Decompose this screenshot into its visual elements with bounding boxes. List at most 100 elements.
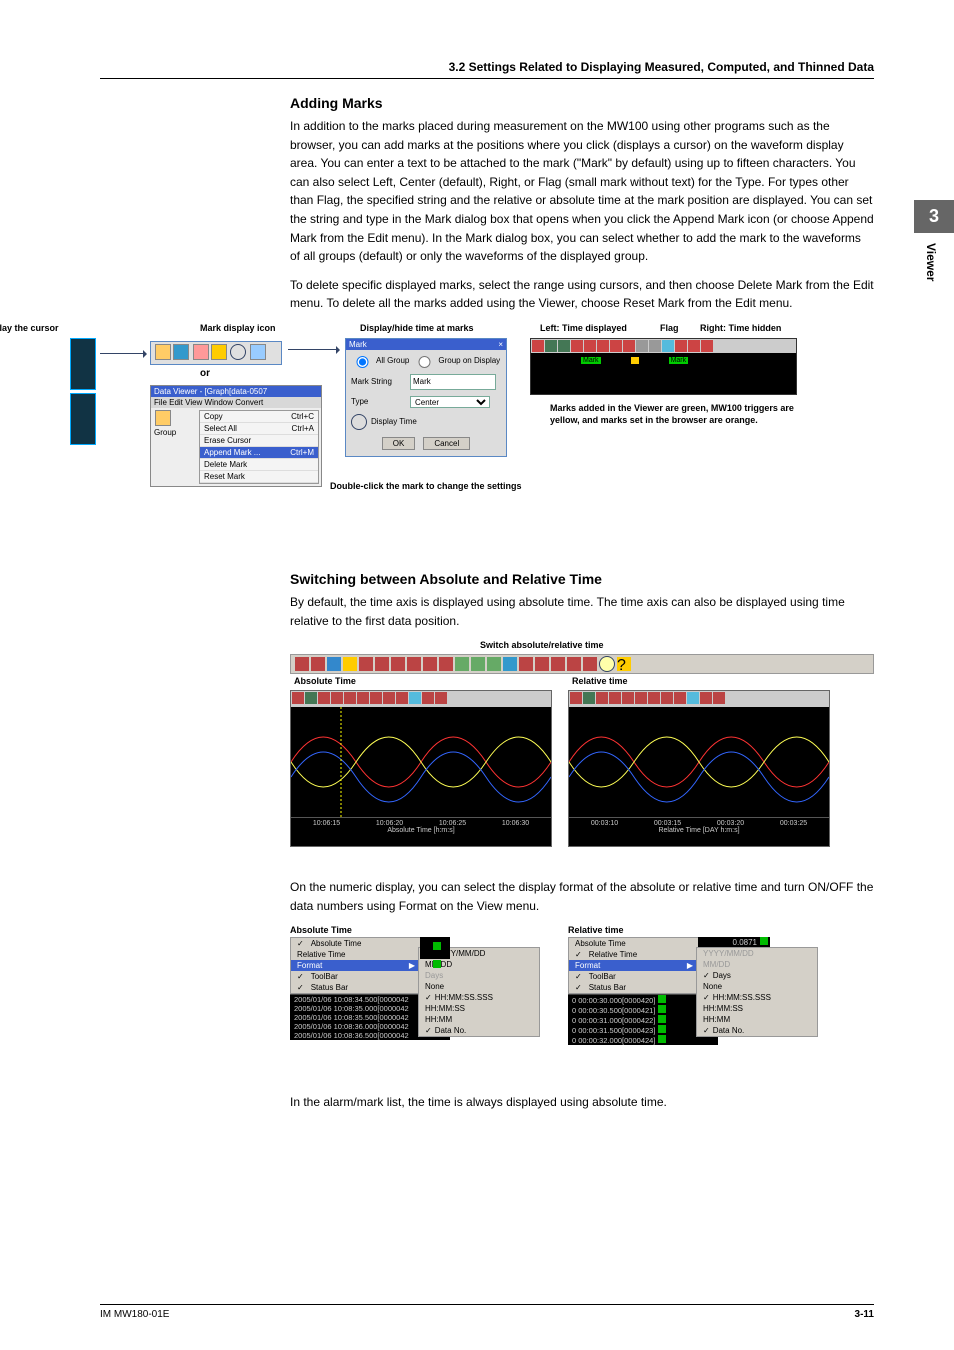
tick: 00:03:25 — [780, 820, 807, 827]
window-title: Data Viewer - [Graph[data-0507 — [151, 386, 321, 397]
tick: 00:03:15 — [654, 820, 681, 827]
label-right-time: Right: Time hidden — [700, 323, 781, 333]
menu-delete-mark[interactable]: Delete Mark — [200, 459, 318, 471]
label-type: Type — [351, 397, 406, 406]
menu-toolbar[interactable]: ToolBar — [569, 971, 699, 982]
menu-append-mark[interactable]: Append Mark ...Ctrl+M — [200, 447, 318, 459]
toolbar-window — [150, 341, 282, 365]
radio-group-display-label: Group on Display — [438, 356, 500, 365]
fmt-mmdd: MM/DD — [697, 959, 817, 970]
select-type[interactable]: Center — [410, 396, 490, 408]
tick: 00:03:10 — [591, 820, 618, 827]
x-axis-label: Absolute Time [h:m:s] — [291, 827, 551, 834]
radio-group-display[interactable] — [418, 356, 431, 368]
label-display-cursor: Display the cursor — [0, 323, 59, 333]
tick: 10:06:20 — [376, 820, 403, 827]
menu-format[interactable]: Format▶ — [569, 960, 699, 971]
figure-format-menus: Absolute Time Absolute Time Relative Tim… — [290, 925, 874, 1075]
edit-menu-window: Data Viewer - [Graph[data-0507 File Edit… — [150, 385, 322, 487]
tick: 10:06:25 — [439, 820, 466, 827]
tick: 10:06:15 — [313, 820, 340, 827]
waveform-marks-preview: Mark Mark — [530, 338, 797, 395]
para-switch-time: By default, the time axis is displayed u… — [290, 593, 874, 630]
fmt-hhmm[interactable]: HH:MM — [697, 1014, 817, 1025]
group-label: Group — [151, 408, 197, 486]
menu-select-all[interactable]: Select AllCtrl+A — [200, 423, 318, 435]
footer-page: 3-11 — [855, 1309, 874, 1320]
mark-flag[interactable] — [631, 357, 639, 364]
caption-double-click: Double-click the mark to change the sett… — [330, 481, 522, 491]
cancel-button[interactable]: Cancel — [423, 437, 470, 450]
menu-erase-cursor[interactable]: Erase Cursor — [200, 435, 318, 447]
close-icon[interactable]: × — [498, 340, 503, 349]
menu-abs-time[interactable]: Absolute Time — [291, 938, 421, 949]
tick: 10:06:30 — [502, 820, 529, 827]
fmt-datano[interactable]: Data No. — [419, 1025, 539, 1036]
fmt-hhmmss[interactable]: HH:MM:SS — [419, 1003, 539, 1014]
label-or: or — [200, 368, 210, 379]
label-mark-icon: Mark display icon — [200, 323, 276, 333]
fmt-none[interactable]: None — [697, 981, 817, 992]
waveform-absolute: 10:06:15 10:06:20 10:06:25 10:06:30 Abso… — [290, 690, 552, 847]
dialog-title: Mark — [349, 340, 367, 349]
mark-display-icon[interactable] — [230, 344, 246, 360]
fmt-hhmmsssss[interactable]: HH:MM:SS.SSS — [419, 992, 539, 1003]
fmt-none[interactable]: None — [419, 981, 539, 992]
side-tab: 3 Viewer — [914, 200, 954, 281]
label-left-time: Left: Time displayed — [540, 323, 627, 333]
caption-mark-colors: Marks added in the Viewer are green, MW1… — [550, 403, 800, 426]
menu-format[interactable]: Format▶ — [291, 960, 421, 971]
menu-rel-time[interactable]: Relative Time — [569, 949, 699, 960]
page-footer: IM MW180-01E 3-11 — [100, 1304, 874, 1320]
arrow-icon — [288, 349, 338, 350]
footer-left: IM MW180-01E — [100, 1309, 169, 1320]
menu-copy[interactable]: CopyCtrl+C — [200, 411, 318, 423]
menu-rel-time[interactable]: Relative Time — [291, 949, 421, 960]
mark-dialog: Mark × All Group Group on Display Mark St… — [345, 338, 507, 457]
wave-svg-rel — [569, 707, 829, 817]
tick: 00:03:20 — [717, 820, 744, 827]
para-adding-marks-2: To delete specific displayed marks, sele… — [290, 276, 874, 313]
checkbox-display-time[interactable] — [351, 414, 367, 430]
arrow-icon — [100, 353, 145, 354]
menu-statusbar[interactable]: Status Bar — [569, 982, 699, 993]
wave-svg-abs — [291, 707, 551, 817]
fmt-hhmm[interactable]: HH:MM — [419, 1014, 539, 1025]
label-switch-abs-rel: Switch absolute/relative time — [480, 640, 604, 650]
menu-abs-time[interactable]: Absolute Time — [569, 938, 699, 949]
para-adding-marks-1: In addition to the marks placed during m… — [290, 117, 874, 266]
fmt-hhmmss[interactable]: HH:MM:SS — [697, 1003, 817, 1014]
figure-time-switch: Switch absolute/relative time ? Absolute… — [290, 640, 874, 860]
label-rel-time-2: Relative time — [568, 925, 828, 935]
fmt-hhmmsssss[interactable]: HH:MM:SS.SSS — [697, 992, 817, 1003]
ok-button[interactable]: OK — [382, 437, 416, 450]
waveform-thumb-1 — [70, 338, 96, 390]
main-toolbar: ? — [290, 654, 874, 674]
menu-statusbar[interactable]: Status Bar — [291, 982, 421, 993]
heading-switch-time: Switching between Absolute and Relative … — [290, 571, 874, 587]
menu-reset-mark[interactable]: Reset Mark — [200, 471, 318, 483]
label-rel-time: Relative time — [572, 676, 628, 686]
mark-green[interactable]: Mark — [581, 357, 601, 364]
x-axis-label: Relative Time [DAY h:m:s] — [569, 827, 829, 834]
label-abs-time: Absolute Time — [294, 676, 356, 686]
label-abs-time-2: Absolute Time — [290, 925, 550, 935]
menubar[interactable]: File Edit View Window Convert — [151, 397, 321, 408]
fmt-datano[interactable]: Data No. — [697, 1025, 817, 1036]
input-mark-string[interactable] — [410, 374, 496, 390]
radio-all-group[interactable] — [356, 356, 369, 368]
figure-marks: Display the cursor Mark display icon Dis… — [30, 323, 874, 553]
label-mark-string: Mark String — [351, 377, 406, 386]
label-show-hide-time: Display/hide time at marks — [360, 323, 474, 333]
chapter-badge: 3 — [914, 200, 954, 233]
heading-adding-marks: Adding Marks — [290, 95, 874, 111]
mark-green[interactable]: Mark — [669, 357, 689, 364]
radio-all-group-label: All Group — [376, 356, 409, 365]
menu-toolbar[interactable]: ToolBar — [291, 971, 421, 982]
switch-time-icon[interactable] — [599, 656, 615, 672]
value: 0.0871 — [733, 938, 757, 947]
waveform-thumb-2 — [70, 393, 96, 445]
fmt-days[interactable]: Days — [697, 970, 817, 981]
para-numeric-display: On the numeric display, you can select t… — [290, 878, 874, 915]
section-header: 3.2 Settings Related to Displaying Measu… — [100, 60, 874, 79]
